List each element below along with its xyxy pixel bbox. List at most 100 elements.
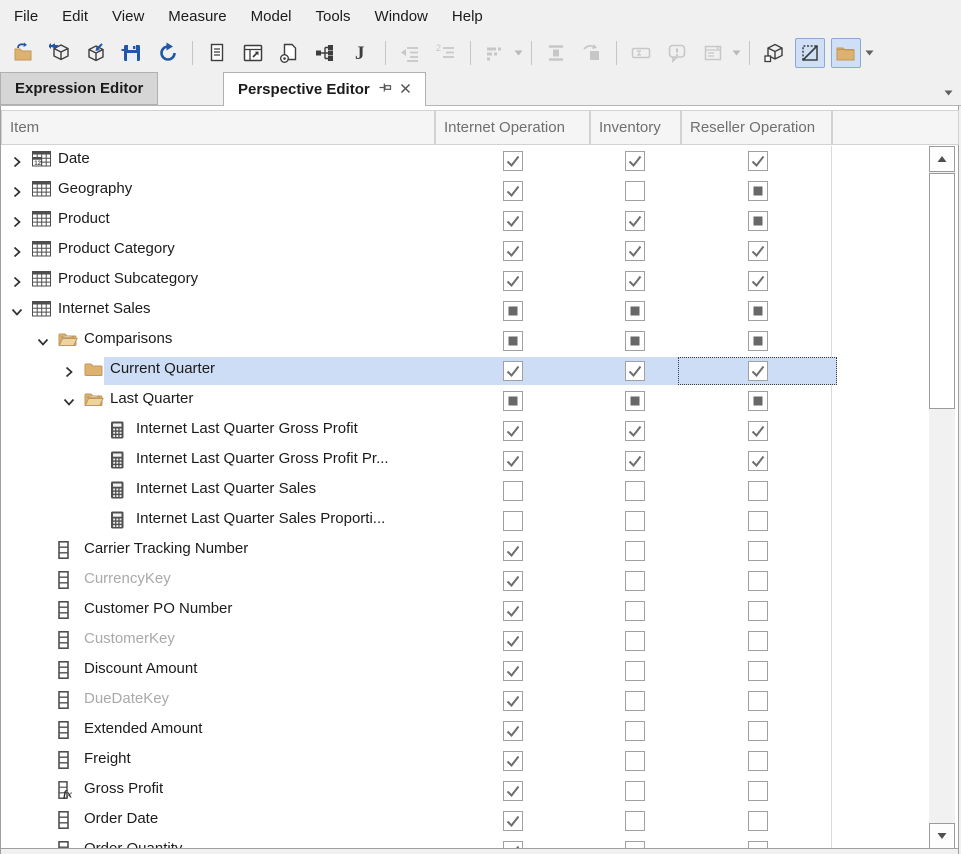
checkbox-inventory[interactable] xyxy=(625,421,645,441)
checkbox-reseller-operation[interactable] xyxy=(748,241,768,261)
checkbox-inventory[interactable] xyxy=(625,631,645,651)
checkbox-reseller-operation[interactable] xyxy=(748,421,768,441)
scroll-up-button[interactable] xyxy=(929,146,955,172)
scrollbar-thumb[interactable] xyxy=(929,173,955,409)
tree-row-order-date[interactable]: Order Date xyxy=(1,806,958,836)
checkbox-reseller-operation[interactable] xyxy=(748,271,768,291)
new-calculation-button[interactable] xyxy=(274,38,304,68)
tree-row-gross-profit[interactable]: fxGross Profit xyxy=(1,776,958,806)
tree-row-extended-amount[interactable]: Extended Amount xyxy=(1,716,958,746)
scroll-down-button[interactable] xyxy=(929,823,955,849)
checkbox-reseller-operation[interactable] xyxy=(748,151,768,171)
chevron-down-icon[interactable] xyxy=(37,335,49,347)
save-button[interactable] xyxy=(117,38,147,68)
script-button[interactable]: J xyxy=(346,38,376,68)
checkbox-inventory[interactable] xyxy=(625,331,645,351)
checkbox-internet-operation[interactable] xyxy=(503,661,523,681)
checkbox-reseller-operation[interactable] xyxy=(748,391,768,411)
checkbox-reseller-operation[interactable] xyxy=(748,481,768,501)
tree-row-date[interactable]: 12Date xyxy=(1,146,958,176)
checkbox-inventory[interactable] xyxy=(625,751,645,771)
table-properties-button[interactable] xyxy=(238,38,268,68)
tree-row-internet-sales[interactable]: Internet Sales xyxy=(1,296,958,326)
tree-row-comparisons[interactable]: Comparisons xyxy=(1,326,958,356)
perspective-cube-button[interactable] xyxy=(759,38,789,68)
checkbox-internet-operation[interactable] xyxy=(503,601,523,621)
import-tables-button[interactable] xyxy=(45,38,75,68)
tree-row-carrier-tracking-number[interactable]: Carrier Tracking Number xyxy=(1,536,958,566)
tree-row-product[interactable]: Product xyxy=(1,206,958,236)
checkbox-inventory[interactable] xyxy=(625,181,645,201)
checkbox-internet-operation[interactable] xyxy=(503,421,523,441)
chevron-right-icon[interactable] xyxy=(11,275,23,287)
checkbox-internet-operation[interactable] xyxy=(503,451,523,471)
tab-perspective-editor[interactable]: Perspective Editor xyxy=(223,72,426,106)
tree-row-product-category[interactable]: Product Category xyxy=(1,236,958,266)
checkbox-internet-operation[interactable] xyxy=(503,391,523,411)
tree-row-discount-amount[interactable]: Discount Amount xyxy=(1,656,958,686)
checkbox-reseller-operation[interactable] xyxy=(748,661,768,681)
column-header-inventory[interactable]: Inventory xyxy=(590,110,681,145)
show-folders-button[interactable] xyxy=(831,38,861,68)
checkbox-reseller-operation[interactable] xyxy=(748,541,768,561)
tree-row-internet-last-quarter-sales[interactable]: Internet Last Quarter Sales xyxy=(1,476,958,506)
tree-row-duedatekey[interactable]: DueDateKey xyxy=(1,686,958,716)
checkbox-inventory[interactable] xyxy=(625,661,645,681)
checkbox-internet-operation[interactable] xyxy=(503,781,523,801)
checkbox-internet-operation[interactable] xyxy=(503,211,523,231)
menu-measure[interactable]: Measure xyxy=(156,0,238,33)
checkbox-inventory[interactable] xyxy=(625,151,645,171)
checkbox-inventory[interactable] xyxy=(625,391,645,411)
checkbox-inventory[interactable] xyxy=(625,271,645,291)
checkbox-reseller-operation[interactable] xyxy=(748,811,768,831)
tree-row-last-quarter[interactable]: Last Quarter xyxy=(1,386,958,416)
checkbox-reseller-operation[interactable] xyxy=(748,331,768,351)
checkbox-reseller-operation[interactable] xyxy=(748,361,768,381)
checkbox-reseller-operation[interactable] xyxy=(748,511,768,531)
tree-row-freight[interactable]: Freight xyxy=(1,746,958,776)
menu-tools[interactable]: Tools xyxy=(304,0,363,33)
checkbox-reseller-operation[interactable] xyxy=(748,631,768,651)
menu-view[interactable]: View xyxy=(100,0,156,33)
checkbox-internet-operation[interactable] xyxy=(503,361,523,381)
hierarchy-button[interactable] xyxy=(310,38,340,68)
show-folders-dropdown-caret-icon[interactable] xyxy=(862,39,876,67)
column-header-item[interactable]: Item xyxy=(1,110,435,145)
checkbox-internet-operation[interactable] xyxy=(503,481,523,501)
tab-expression-editor[interactable]: Expression Editor xyxy=(0,72,158,105)
menu-window[interactable]: Window xyxy=(363,0,440,33)
column-header-reseller-operation[interactable]: Reseller Operation xyxy=(681,110,832,145)
deploy-model-button[interactable] xyxy=(81,38,111,68)
checkbox-reseller-operation[interactable] xyxy=(748,181,768,201)
chevron-down-icon[interactable] xyxy=(63,395,75,407)
checkbox-inventory[interactable] xyxy=(625,301,645,321)
checkbox-internet-operation[interactable] xyxy=(503,691,523,711)
filter-mode-button[interactable] xyxy=(795,38,825,68)
checkbox-reseller-operation[interactable] xyxy=(748,751,768,771)
tree-row-customerkey[interactable]: CustomerKey xyxy=(1,626,958,656)
checkbox-inventory[interactable] xyxy=(625,451,645,471)
checkbox-internet-operation[interactable] xyxy=(503,571,523,591)
vertical-scrollbar[interactable] xyxy=(929,146,955,849)
checkbox-internet-operation[interactable] xyxy=(503,721,523,741)
checkbox-reseller-operation[interactable] xyxy=(748,571,768,591)
tree-row-internet-last-quarter-gross-profit[interactable]: Internet Last Quarter Gross Profit xyxy=(1,416,958,446)
menu-help[interactable]: Help xyxy=(440,0,495,33)
checkbox-reseller-operation[interactable] xyxy=(748,451,768,471)
tab-list-caret-icon[interactable] xyxy=(944,83,953,100)
menu-file[interactable]: File xyxy=(2,0,50,33)
chevron-right-icon[interactable] xyxy=(63,365,75,377)
tree-row-geography[interactable]: Geography xyxy=(1,176,958,206)
column-header-internet-operation[interactable]: Internet Operation xyxy=(435,110,590,145)
chevron-right-icon[interactable] xyxy=(11,155,23,167)
tree-row-product-subcategory[interactable]: Product Subcategory xyxy=(1,266,958,296)
document-button[interactable] xyxy=(202,38,232,68)
chevron-down-icon[interactable] xyxy=(11,305,23,317)
checkbox-inventory[interactable] xyxy=(625,211,645,231)
checkbox-inventory[interactable] xyxy=(625,811,645,831)
chevron-right-icon[interactable] xyxy=(11,185,23,197)
checkbox-internet-operation[interactable] xyxy=(503,241,523,261)
chevron-right-icon[interactable] xyxy=(11,215,23,227)
checkbox-inventory[interactable] xyxy=(625,361,645,381)
tree-row-currencykey[interactable]: CurrencyKey xyxy=(1,566,958,596)
